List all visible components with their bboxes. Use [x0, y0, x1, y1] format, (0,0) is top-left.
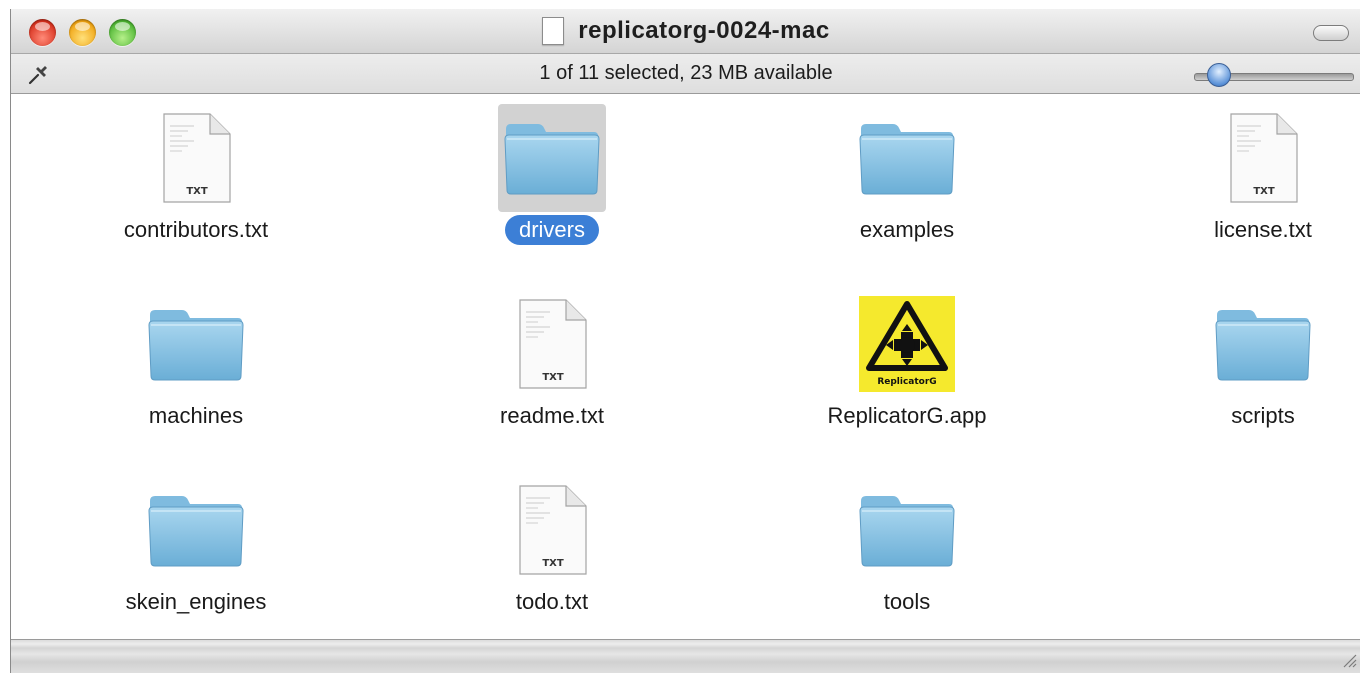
svg-text:TXT: TXT [1253, 186, 1275, 197]
file-item-label[interactable]: tools [870, 587, 944, 617]
file-item[interactable]: machines [76, 290, 316, 431]
file-item[interactable]: TXT contributors.txt [76, 104, 316, 245]
txt-file-icon: TXT [519, 299, 587, 389]
file-item-label[interactable]: examples [846, 215, 968, 245]
file-item-label[interactable]: ReplicatorG.app [814, 401, 1001, 431]
file-item-icon[interactable]: TXT [498, 290, 606, 398]
toolbar-toggle-button[interactable] [1313, 25, 1349, 41]
file-item[interactable]: scripts [1143, 290, 1360, 431]
file-item[interactable]: ReplicatorG ReplicatorG.app [787, 290, 1027, 431]
title-bar[interactable]: replicatorg-0024-mac [11, 9, 1360, 54]
file-item[interactable]: tools [787, 476, 1027, 617]
file-item-icon[interactable] [853, 476, 961, 584]
file-item[interactable]: examples [787, 104, 1027, 245]
folder-icon [504, 124, 600, 195]
window-title-area: replicatorg-0024-mac [11, 9, 1360, 53]
window-bottom-bar [11, 639, 1360, 673]
file-item[interactable]: TXT readme.txt [432, 290, 672, 431]
resize-grip-icon[interactable] [1341, 652, 1357, 668]
file-item-label[interactable]: contributors.txt [110, 215, 282, 245]
document-proxy-icon[interactable] [542, 17, 565, 45]
file-item-icon[interactable] [142, 290, 250, 398]
file-item[interactable]: drivers [432, 104, 672, 245]
file-item-icon[interactable]: ReplicatorG [853, 290, 961, 398]
folder-icon [1215, 310, 1311, 381]
file-item-icon[interactable] [1209, 290, 1317, 398]
file-item-label[interactable]: scripts [1217, 401, 1309, 431]
finder-window: replicatorg-0024-mac 1 of 11 selected, 2… [10, 9, 1360, 673]
file-item-label[interactable]: todo.txt [502, 587, 602, 617]
folder-icon [859, 124, 955, 195]
file-item[interactable]: TXT todo.txt [432, 476, 672, 617]
status-bar: 1 of 11 selected, 23 MB available [11, 54, 1360, 94]
file-item-icon[interactable]: TXT [1209, 104, 1317, 212]
icon-size-slider-knob[interactable] [1206, 63, 1231, 87]
file-item-label[interactable]: skein_engines [112, 587, 281, 617]
file-item[interactable]: skein_engines [76, 476, 316, 617]
file-item-icon[interactable]: TXT [142, 104, 250, 212]
file-item[interactable]: TXT license.txt [1143, 104, 1360, 245]
svg-text:TXT: TXT [542, 372, 564, 383]
svg-text:TXT: TXT [186, 186, 208, 197]
file-item-icon[interactable] [142, 476, 250, 584]
txt-file-icon: TXT [163, 113, 231, 203]
file-item-icon[interactable] [853, 104, 961, 212]
status-text: 1 of 11 selected, 23 MB available [539, 62, 833, 84]
window-title: replicatorg-0024-mac [578, 17, 830, 44]
replicatorg-app-icon: ReplicatorG [859, 296, 955, 392]
folder-icon [148, 310, 244, 381]
folder-icon [859, 496, 955, 567]
svg-text:ReplicatorG: ReplicatorG [877, 377, 936, 387]
txt-file-icon: TXT [519, 485, 587, 575]
folder-icon [148, 496, 244, 567]
file-item-icon[interactable] [498, 104, 606, 212]
file-item-icon[interactable]: TXT [498, 476, 606, 584]
file-item-label[interactable]: readme.txt [486, 401, 618, 431]
file-item-label[interactable]: drivers [504, 215, 599, 245]
txt-file-icon: TXT [1230, 113, 1298, 203]
file-item-label[interactable]: license.txt [1200, 215, 1326, 245]
svg-text:TXT: TXT [542, 558, 564, 569]
file-item-label[interactable]: machines [135, 401, 257, 431]
file-grid: TXT contributors.txt drivers examples TXT lic… [11, 94, 1360, 639]
